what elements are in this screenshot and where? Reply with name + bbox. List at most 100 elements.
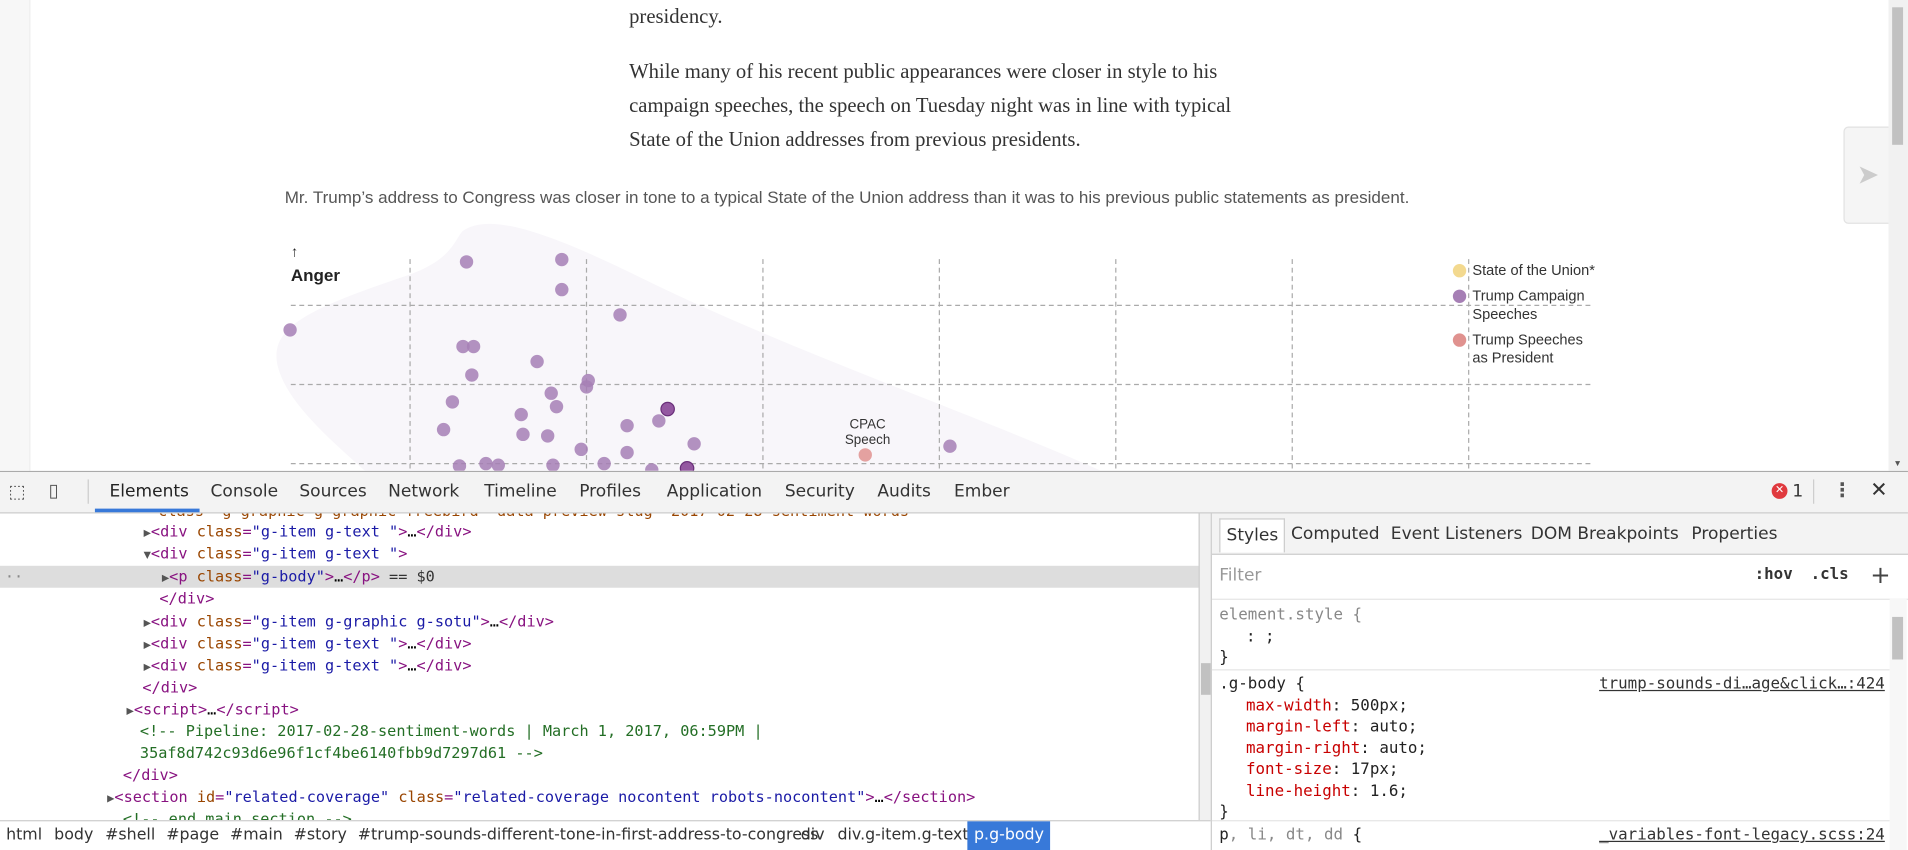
breadcrumb-item[interactable]: div	[795, 821, 831, 850]
css-declaration[interactable]: max-width: 500px;	[1219, 695, 1427, 716]
legend-label-line: Trump Campaign	[1472, 287, 1585, 305]
legend-label: Trump Campaign Speeches	[1472, 287, 1584, 324]
styles-filter-bar: Filter :hov .cls +	[1211, 555, 1908, 600]
css-property[interactable]: line-height	[1246, 782, 1351, 800]
dom-node-selected[interactable]: ▶<p class="g-body">…</p> == $0	[162, 566, 435, 588]
tab-dom-breakpoints[interactable]: DOM Breakpoints	[1531, 524, 1679, 543]
css-property[interactable]: margin-right	[1246, 739, 1360, 757]
devtools-toolbar: ⬚ ▯ Elements Console Sources Network Tim…	[0, 472, 1908, 514]
campaign-speech-point	[516, 427, 530, 442]
dom-node[interactable]: ▼<div class="g-item g-text ">	[144, 543, 408, 565]
breadcrumb-item[interactable]: body	[48, 821, 99, 850]
new-style-rule-button[interactable]: +	[1870, 560, 1890, 589]
dom-node[interactable]: ▶<div class="g-item g-graphic g-sotu">…<…	[144, 611, 554, 633]
breadcrumb-item[interactable]: #page	[160, 821, 225, 850]
tab-security[interactable]: Security	[785, 482, 855, 501]
css-declaration[interactable]: font-size: 17px;	[1219, 759, 1427, 780]
hover-state-toggle[interactable]: :hov	[1755, 566, 1793, 584]
dom-node[interactable]: ▶<section id="related-coverage" class="r…	[107, 786, 975, 808]
rule-property-editor[interactable]: : ;	[1219, 626, 1362, 647]
legend-item-sotu: State of the Union*	[1452, 262, 1595, 280]
css-property[interactable]: max-width	[1246, 697, 1332, 715]
dom-node[interactable]: ▶<script>…</script>	[127, 698, 299, 720]
article-page: presidency. While many of his recent pub…	[0, 0, 1908, 471]
rule-source-link[interactable]: _variables-font-legacy.scss:24	[1599, 826, 1885, 844]
breadcrumb-item[interactable]: #shell	[99, 821, 161, 850]
element-style-rule: element.style { : ; }	[1219, 605, 1362, 669]
more-options-icon[interactable]: ⋮	[1833, 478, 1852, 501]
rule-brace: {	[1343, 826, 1363, 845]
dom-comment[interactable]: 35af8d742c93d6e96f1cf4be6140fbb9d7297d61…	[140, 742, 543, 764]
chart-legend: State of the Union* Trump Campaign Speech…	[1452, 262, 1595, 375]
cpac-annotation: CPAC Speech	[840, 417, 896, 449]
class-toggle[interactable]: .cls	[1811, 566, 1849, 584]
g-body-rule: .g-body { max-width: 500px; margin-left: …	[1219, 674, 1427, 823]
styles-tabs: Styles Computed Event Listeners DOM Brea…	[1211, 513, 1908, 555]
breadcrumb-item[interactable]: html	[0, 821, 48, 850]
tab-event-listeners[interactable]: Event Listeners	[1391, 524, 1523, 543]
css-value[interactable]: auto;	[1370, 718, 1418, 736]
device-toggle-icon[interactable]: ▯	[49, 479, 59, 501]
dom-comment[interactable]: <!-- Pipeline: 2017-02-28-sentiment-word…	[140, 720, 763, 742]
rule-source-link[interactable]: trump-sounds-di…age&click…:424	[1599, 675, 1885, 693]
campaign-speech-point	[544, 386, 558, 400]
tab-application[interactable]: Application	[667, 482, 762, 501]
error-count[interactable]: 1	[1792, 482, 1803, 501]
campaign-speech-point	[466, 339, 481, 354]
rule-divider	[1211, 820, 1890, 822]
scrollbar-thumb[interactable]	[1892, 616, 1904, 660]
dom-comment[interactable]: <!-- end main section -->	[123, 808, 352, 820]
error-icon[interactable]: ✕	[1771, 483, 1788, 499]
css-value[interactable]: 500px;	[1351, 697, 1408, 715]
css-value[interactable]: 1.6;	[1370, 782, 1408, 800]
rule-selector-inactive: , li, dt, dd	[1228, 826, 1344, 845]
breadcrumb-item[interactable]: #trump-sounds-different-tone-in-first-ad…	[352, 821, 825, 850]
campaign-speech-point	[555, 282, 569, 297]
next-article-button[interactable]: ➤	[1843, 126, 1893, 224]
dom-node[interactable]: ▶<div class="g-item g-text ">…</div>	[144, 655, 472, 677]
tab-console[interactable]: Console	[211, 482, 279, 501]
tab-timeline[interactable]: Timeline	[484, 482, 556, 501]
legend-swatch	[1452, 333, 1467, 347]
scrollbar-thumb[interactable]	[1892, 7, 1904, 145]
campaign-speech-point	[574, 442, 588, 457]
inspect-element-icon[interactable]: ⬚	[9, 481, 26, 503]
legend-label-line: as President	[1472, 349, 1554, 367]
president-speech-point	[858, 448, 872, 462]
dom-node[interactable]: ▶<div class="g-item g-text ">…</div>	[144, 633, 472, 655]
campaign-speech-point	[530, 354, 544, 369]
page-scrollbar[interactable]: ▼	[1888, 0, 1908, 471]
close-icon[interactable]: ✕	[1870, 478, 1887, 502]
css-declaration[interactable]: line-height: 1.6;	[1219, 781, 1427, 802]
css-value[interactable]: 17px;	[1351, 761, 1399, 779]
breadcrumb-item[interactable]: #main	[224, 821, 289, 850]
scrollbar-thumb[interactable]	[1200, 663, 1211, 695]
tab-ember[interactable]: Ember	[954, 482, 1010, 501]
tab-computed[interactable]: Computed	[1291, 524, 1380, 543]
scatter-chart	[276, 223, 1592, 471]
scroll-down-icon[interactable]: ▼	[1893, 460, 1901, 469]
css-declaration[interactable]: margin-left: auto;	[1219, 717, 1427, 738]
campaign-speech-point	[436, 422, 451, 437]
breadcrumb-item[interactable]: #story	[288, 821, 353, 850]
css-property[interactable]: font-size	[1246, 761, 1332, 779]
dom-node[interactable]: ▶<div class="g-item g-text ">…</div>	[144, 521, 472, 543]
rule-properties: max-width: 500px; margin-left: auto; margi…	[1219, 695, 1427, 801]
campaign-speech-point	[465, 368, 479, 382]
tab-sources[interactable]: Sources	[299, 482, 366, 501]
tab-elements[interactable]: Elements	[110, 482, 189, 501]
campaign-speech-point	[652, 414, 666, 428]
breadcrumb-item[interactable]: div.g-item.g-text	[831, 821, 974, 850]
breadcrumb-item[interactable]: p.g-body	[967, 821, 1051, 850]
styles-scrollbar[interactable]	[1889, 598, 1907, 850]
css-declaration[interactable]: margin-right: auto;	[1219, 738, 1427, 759]
tab-properties[interactable]: Properties	[1691, 524, 1777, 543]
toolbar-divider	[87, 479, 89, 504]
tab-network[interactable]: Network	[388, 482, 459, 501]
filter-input[interactable]: Filter	[1219, 566, 1261, 585]
tab-profiles[interactable]: Profiles	[579, 482, 641, 501]
css-value[interactable]: auto;	[1379, 739, 1427, 757]
tab-styles[interactable]: Styles	[1219, 518, 1286, 553]
tab-audits[interactable]: Audits	[877, 482, 931, 501]
css-property[interactable]: margin-left	[1246, 718, 1351, 736]
